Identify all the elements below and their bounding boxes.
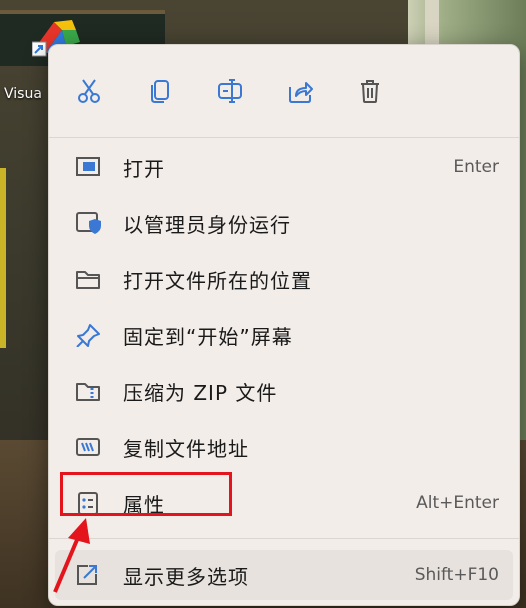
quick-actions-toolbar: [49, 45, 519, 137]
delete-button[interactable]: [352, 73, 388, 109]
menu-item-copy-path[interactable]: 复制文件地址: [55, 422, 513, 472]
menu-item-run-as-admin[interactable]: 以管理员身份运行: [55, 198, 513, 248]
menu-divider: [49, 538, 519, 539]
menu-item-label: 打开文件所在的位置: [123, 268, 312, 293]
share-button[interactable]: [282, 73, 318, 109]
cut-button[interactable]: [71, 73, 107, 109]
menu-item-shortcut: Shift+F10: [414, 565, 499, 585]
pin-icon: [76, 324, 100, 347]
menu-item-shortcut: Alt+Enter: [416, 493, 499, 513]
yellow-panel: [0, 168, 6, 348]
context-menu: 打开 Enter 以管理员身份运行 打开文件所在的位置 固定到“开始”屏幕 压缩…: [48, 44, 520, 606]
menu-item-compress-zip[interactable]: 压缩为 ZIP 文件: [55, 366, 513, 416]
menu-item-label: 打开: [123, 156, 165, 181]
menu-item-label: 复制文件地址: [123, 436, 249, 461]
rename-button[interactable]: [212, 73, 248, 109]
folder-icon: [76, 271, 100, 289]
menu-item-open[interactable]: 打开 Enter: [55, 142, 513, 192]
menu-item-shortcut: Enter: [453, 157, 499, 177]
menu-item-show-more-options[interactable]: 显示更多选项 Shift+F10: [55, 550, 513, 600]
open-window-icon: [76, 157, 100, 176]
menu-item-label: 以管理员身份运行: [123, 212, 291, 237]
cut-icon: [78, 79, 100, 103]
menu-item-pin-to-start[interactable]: 固定到“开始”屏幕: [55, 310, 513, 360]
desktop-icon-label: Visua: [4, 86, 42, 102]
menu-item-label: 压缩为 ZIP 文件: [123, 380, 278, 405]
rename-icon: [218, 79, 242, 103]
share-icon: [289, 82, 313, 103]
more-options-icon: [77, 565, 97, 585]
menu-item-open-location[interactable]: 打开文件所在的位置: [55, 254, 513, 304]
admin-shield-icon: [76, 212, 101, 234]
copy-button[interactable]: [142, 73, 178, 109]
annotation-highlight-box: [60, 472, 232, 516]
delete-icon: [361, 80, 379, 103]
toolbar-divider: [49, 137, 519, 138]
menu-item-label: 固定到“开始”屏幕: [123, 324, 293, 349]
menu-item-label: 显示更多选项: [123, 564, 249, 589]
copy-path-icon: [76, 438, 100, 456]
zip-icon: [76, 383, 100, 401]
copy-icon: [151, 80, 169, 103]
